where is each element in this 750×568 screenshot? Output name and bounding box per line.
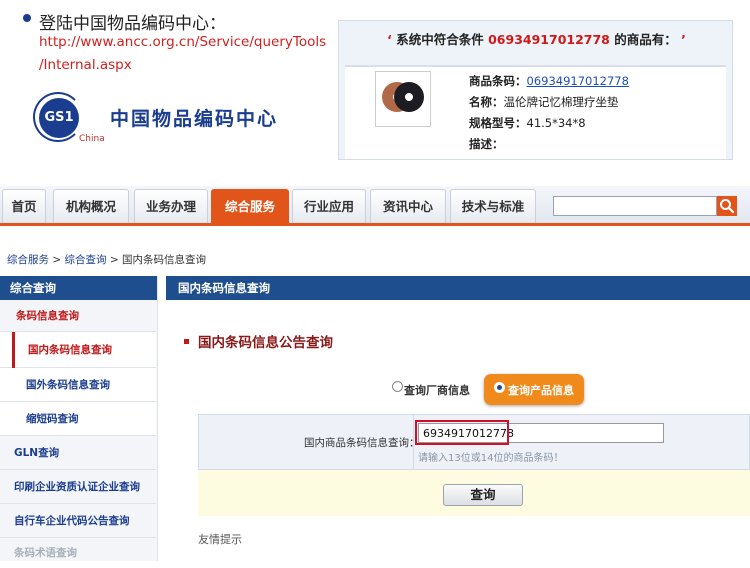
instruction-url-line1[interactable]: http://www.ancc.org.cn/Service/queryTool… (39, 34, 326, 50)
tick-mark-right: ’ (681, 32, 686, 47)
spec-label: 规格型号： (469, 116, 527, 130)
breadcrumb: 综合服务 > 综合查询 > 国内条码信息查询 (7, 252, 206, 267)
result-header: ‘ 系统中符合条件 06934917012778 的商品有： ’ (339, 25, 734, 55)
spec-value: 41.5*34*8 (526, 116, 586, 130)
product-thumbnail[interactable] (375, 71, 431, 127)
section-title: 国内条码信息公告查询 (198, 335, 333, 351)
sidebar: 综合查询 条码信息查询 国内条码信息查询 国外条码信息查询 缩短码查询 GLN查… (0, 276, 158, 561)
ancc-logo: GS1 China 中国物品编码中心 (33, 92, 279, 152)
sidebar-item-short-code[interactable]: 缩短码查询 (0, 402, 156, 436)
friendly-tip: 友情提示 (198, 533, 242, 546)
query-submit-button[interactable]: 查询 (443, 484, 523, 506)
result-prefix: 系统中符合条件 (396, 32, 484, 47)
barcode-field-hint: 请输入13位或14位的商品条码！ (418, 453, 564, 464)
nav-home[interactable]: 首页 (2, 189, 46, 223)
name-value: 温伦牌记忆棉理疗坐垫 (503, 95, 619, 109)
section-bullet (184, 339, 189, 344)
description-label: 描述： (469, 137, 504, 151)
nav-about[interactable]: 机构概况 (53, 189, 129, 223)
barcode-link[interactable]: 06934917012778 (527, 74, 629, 88)
gs1-logo-china: China (79, 134, 105, 144)
breadcrumb-item-current: 国内条码信息查询 (122, 254, 206, 266)
nav-standards[interactable]: 技术与标准 (450, 189, 536, 223)
breadcrumb-item-services[interactable]: 综合服务 (7, 254, 49, 266)
product-field-description: 描述： (469, 136, 504, 152)
result-suffix: 的商品有： (614, 32, 677, 47)
bullet-dot (23, 14, 31, 22)
radio-manufacturer-label[interactable]: 查询厂商信息 (404, 382, 470, 398)
sidebar-item-domestic-barcode[interactable]: 国内条码信息查询 (0, 332, 156, 368)
org-name-logotype: 中国物品编码中心 (110, 108, 279, 130)
sidebar-item-terms[interactable]: 条码术语查询 (0, 538, 156, 561)
radio-manufacturer[interactable] (392, 381, 403, 392)
instruction-title: 登陆中国物品编码中心： (39, 14, 226, 34)
input-highlight-box (415, 420, 509, 445)
instruction-url-line2[interactable]: /Internal.aspx (39, 57, 132, 73)
nav-industry[interactable]: 行业应用 (292, 189, 366, 223)
breadcrumb-item-query[interactable]: 综合查询 (65, 254, 107, 266)
gs1-logo-mark: GS1 (39, 98, 79, 138)
product-field-spec: 规格型号：41.5*34*8 (469, 115, 586, 131)
barcode-label: 商品条码： (469, 74, 527, 88)
sidebar-item-printing-cert[interactable]: 印刷企业资质认证企业查询 (0, 470, 156, 504)
nav-services[interactable]: 综合服务 (211, 189, 289, 223)
sidebar-item-gln[interactable]: GLN查询 (0, 436, 156, 470)
name-label: 名称： (469, 95, 504, 109)
nav-news[interactable]: 资讯中心 (370, 189, 446, 223)
product-field-barcode: 商品条码：06934917012778 (469, 73, 629, 89)
search-icon (720, 199, 735, 214)
main-header: 国内条码信息查询 (166, 276, 750, 300)
nav-business[interactable]: 业务办理 (134, 189, 208, 223)
tick-mark-left: ‘ (387, 32, 392, 47)
query-result-panel: ‘ 系统中符合条件 06934917012778 的商品有： ’ 商品条码：06… (338, 20, 733, 160)
sidebar-header: 综合查询 (0, 276, 157, 300)
product-field-name: 名称：温伦牌记忆棉理疗坐垫 (469, 94, 619, 110)
search-button[interactable] (717, 196, 737, 216)
breadcrumb-separator: > (109, 254, 119, 266)
breadcrumb-separator: > (52, 254, 62, 266)
radio-product-label[interactable]: 查询产品信息 (508, 382, 574, 398)
site-search-input[interactable] (553, 196, 717, 216)
sidebar-item-barcode-query[interactable]: 条码信息查询 (0, 300, 156, 332)
barcode-field-label: 国内商品条码信息查询： (304, 437, 420, 449)
result-code: 06934917012778 (488, 32, 610, 47)
sidebar-item-bicycle-code[interactable]: 自行车企业代码公告查询 (0, 504, 156, 538)
cushion-hole (405, 93, 413, 101)
sidebar-active-indicator (12, 332, 15, 368)
radio-product-checked-dot (497, 385, 502, 390)
sidebar-item-foreign-barcode[interactable]: 国外条码信息查询 (0, 368, 156, 402)
result-body: 商品条码：06934917012778 名称：温伦牌记忆棉理疗坐垫 规格型号：4… (345, 65, 726, 159)
